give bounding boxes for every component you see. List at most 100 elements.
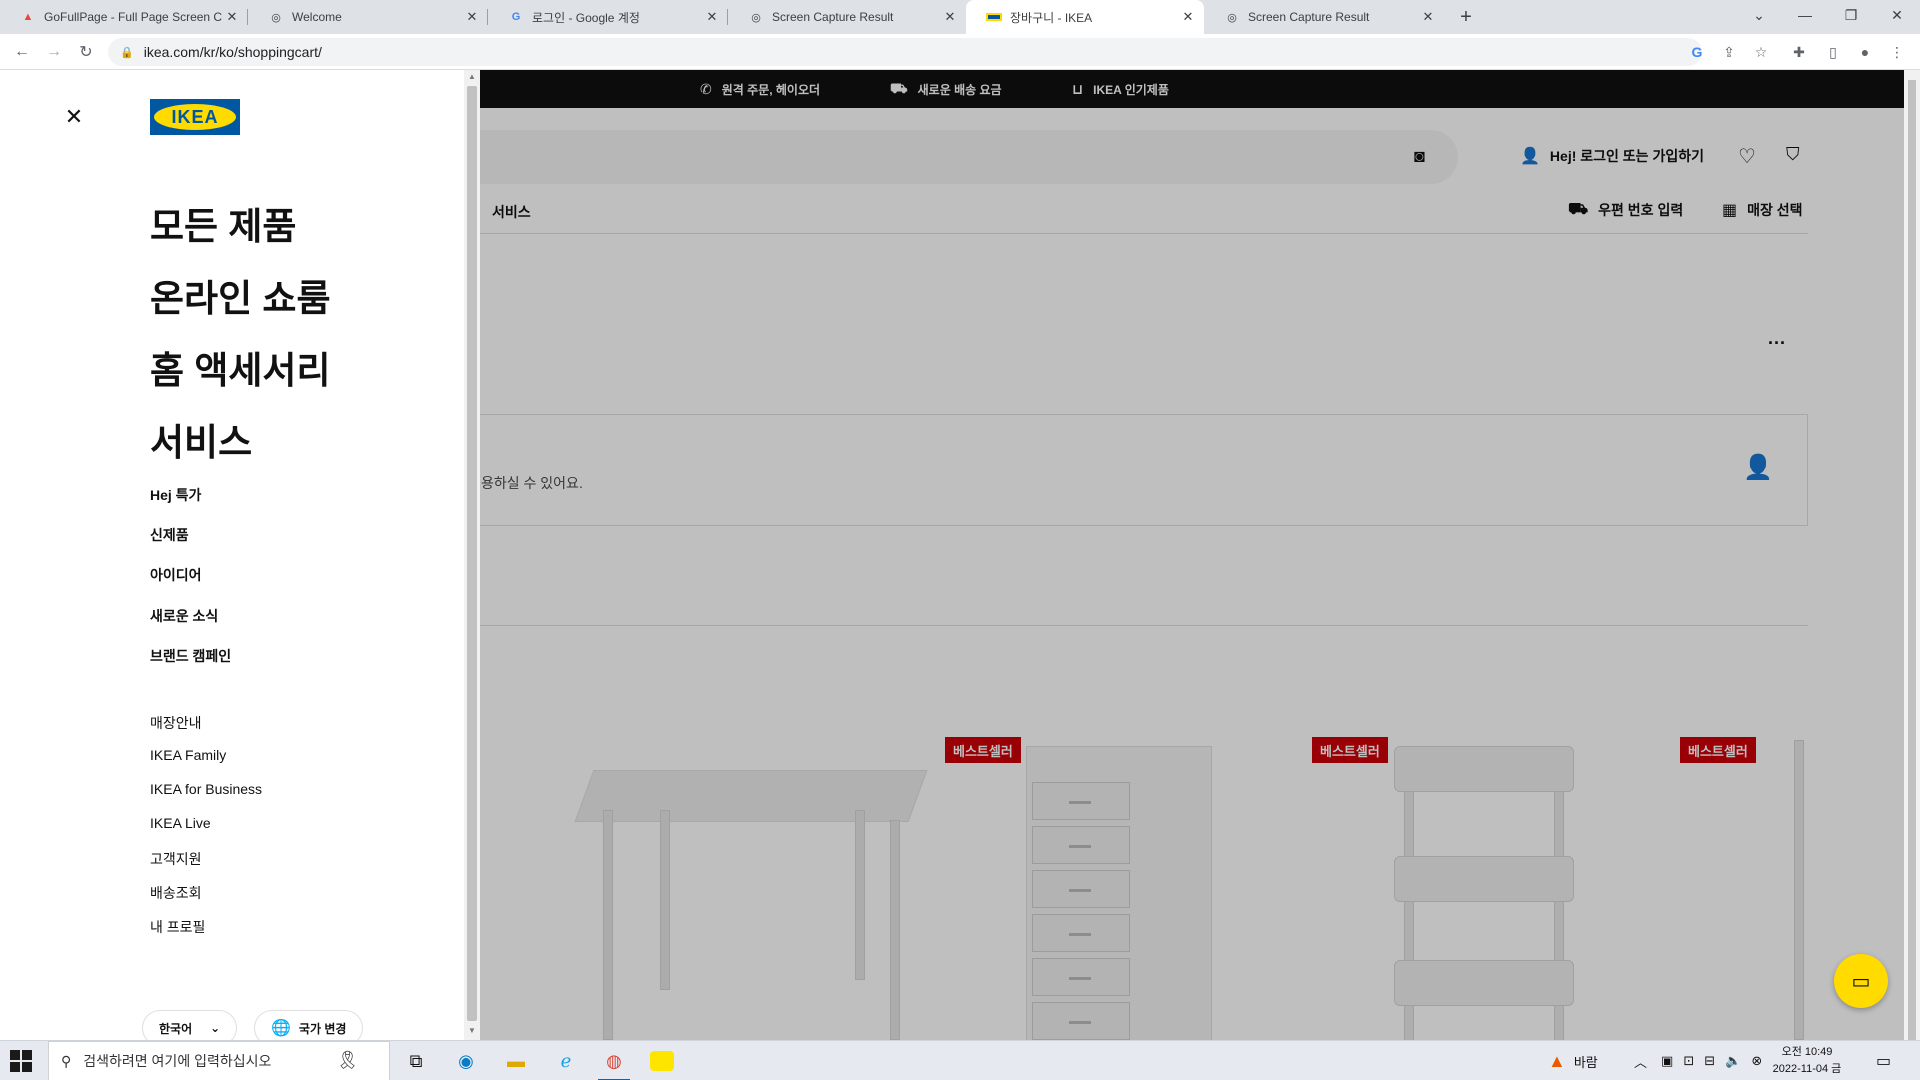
share-icon[interactable]: ⇪ <box>1717 40 1741 64</box>
windows-taskbar: ⚲ 검색하려면 여기에 입력하십시오 🎗 ⧉ ◉ ▬ ℯ ◍ ▲ 바람 ︿ ▣ … <box>0 1040 1920 1080</box>
tab-title: Screen Capture Result <box>772 10 894 24</box>
close-icon[interactable]: ✕ <box>224 9 240 25</box>
scrollbar-thumb[interactable] <box>467 86 477 1021</box>
side-menu: ✕ IKEA 모든 제품 온라인 쇼룸 홈 액세서리 서비스 Hej 특가 신제… <box>0 70 480 1046</box>
back-icon[interactable]: ← <box>10 40 34 64</box>
tab-google-login[interactable]: G 로그인 - Google 계정 ✕ <box>488 0 728 34</box>
language-label: 한국어 <box>159 1021 193 1036</box>
menu-my-profile[interactable]: 내 프로필 <box>150 917 205 937</box>
menu-services[interactable]: 서비스 <box>150 412 252 466</box>
page-scrollbar[interactable] <box>1904 70 1920 1040</box>
menu-all-products[interactable]: 모든 제품 <box>150 196 296 250</box>
menu-dots-icon[interactable]: ⋮ <box>1885 40 1909 64</box>
tab-title: 장바구니 - IKEA <box>1010 10 1093 25</box>
scrollbar-thumb[interactable] <box>1908 80 1916 1040</box>
bookmark-star-icon[interactable]: ☆ <box>1749 40 1773 64</box>
search-icon: ⚲ <box>61 1052 72 1069</box>
restore-button[interactable]: ❐ <box>1828 0 1874 30</box>
menu-ideas[interactable]: 아이디어 <box>150 565 202 585</box>
url-text: ikea.com/kr/ko/shoppingcart/ <box>143 44 322 60</box>
chevron-up-icon[interactable]: ︿ <box>1634 1052 1647 1071</box>
scroll-up-icon[interactable]: ▲ <box>468 72 476 81</box>
close-icon[interactable]: ✕ <box>704 9 720 25</box>
google-lens-icon[interactable]: G <box>1685 40 1709 64</box>
windows-start-icon[interactable] <box>10 1050 32 1072</box>
chevron-down-icon: ⌄ <box>210 1021 221 1035</box>
tab-welcome[interactable]: ◎ Welcome ✕ <box>248 0 488 34</box>
reload-icon[interactable]: ↻ <box>74 40 98 64</box>
menu-brand-campaign[interactable]: 브랜드 캠페인 <box>150 646 231 666</box>
meet-icon[interactable]: ▣ <box>1661 1053 1673 1069</box>
chrome-icon[interactable]: ◍ <box>590 1041 638 1080</box>
taskbar-search-placeholder: 검색하려면 여기에 입력하십시오 <box>83 1053 272 1069</box>
logo-text: IKEA <box>154 104 236 130</box>
ikea-icon <box>986 9 1002 25</box>
menu-hej-deals[interactable]: Hej 특가 <box>150 485 201 505</box>
close-menu-icon[interactable]: ✕ <box>60 103 88 131</box>
close-icon[interactable]: ✕ <box>942 9 958 25</box>
gofullpage-icon: ▲ <box>22 11 34 23</box>
tab-ikea-cart[interactable]: 장바구니 - IKEA ✕ <box>966 0 1204 34</box>
network-icon[interactable]: ⊟ <box>1704 1053 1715 1069</box>
menu-customer-support[interactable]: 고객지원 <box>150 849 202 869</box>
menu-home-accessories[interactable]: 홈 액세서리 <box>150 340 330 394</box>
start-tile <box>22 1050 32 1060</box>
camera-icon: ◎ <box>1227 11 1237 24</box>
close-icon[interactable]: ✕ <box>464 9 480 25</box>
weather-widget[interactable]: ▲ 바람 <box>1548 1041 1598 1080</box>
start-tile <box>10 1062 20 1072</box>
weather-label: 바람 <box>1573 1054 1598 1070</box>
mute-icon[interactable]: ⊗ <box>1751 1053 1762 1069</box>
menu-delivery-tracking[interactable]: 배송조회 <box>150 883 202 903</box>
clock-time: 오전 10:49 <box>1781 1046 1833 1058</box>
weather-icon: ▲ <box>1548 1050 1566 1071</box>
minimize-button[interactable]: — <box>1782 0 1828 30</box>
tab-title: Screen Capture Result <box>1248 10 1370 24</box>
clock[interactable]: 오전 10:49 2022-11-04 금 <box>1772 1044 1842 1078</box>
volume-icon[interactable]: 🔈 <box>1725 1053 1741 1069</box>
window-close-button[interactable]: ✕ <box>1874 0 1920 30</box>
globe-icon: 🌐 <box>271 1020 291 1037</box>
ikea-logo[interactable]: IKEA <box>150 99 240 135</box>
menu-online-showroom[interactable]: 온라인 쇼룸 <box>150 268 330 322</box>
tab-screen-capture-2[interactable]: ◎ Screen Capture Result ✕ <box>1204 0 1444 34</box>
kakaotalk-icon[interactable] <box>638 1041 686 1080</box>
menu-store-info[interactable]: 매장안내 <box>150 713 202 733</box>
notification-icon[interactable]: ▭ <box>1876 1041 1891 1080</box>
google-icon: G <box>511 11 521 23</box>
close-icon[interactable]: ✕ <box>1420 9 1436 25</box>
profile-icon[interactable]: ● <box>1853 40 1877 64</box>
forward-icon[interactable]: → <box>42 40 66 64</box>
country-label: 국가 변경 <box>298 1021 347 1036</box>
tab-screen-capture[interactable]: ◎ Screen Capture Result ✕ <box>728 0 966 34</box>
menu-scrollbar[interactable]: ▲ ▼ <box>464 70 480 1040</box>
tray-icons: ︿ ▣ ⊡ ⊟ 🔈 ⊗ <box>1634 1041 1762 1080</box>
internet-explorer-icon[interactable]: ℯ <box>542 1041 590 1080</box>
camera-icon: ◎ <box>751 11 761 24</box>
menu-news[interactable]: 새로운 소식 <box>150 606 218 626</box>
address-bar[interactable]: 🔒 ikea.com/kr/ko/shoppingcart/ <box>108 38 1702 66</box>
menu-ikea-business[interactable]: IKEA for Business <box>150 781 262 797</box>
lock-icon: 🔒 <box>120 46 134 59</box>
display-icon[interactable]: ⊡ <box>1683 1053 1694 1069</box>
tab-strip: ▲ GoFullPage - Full Page Screen C ✕ ◎ We… <box>0 0 1920 34</box>
side-panel-icon[interactable]: ▯ <box>1821 40 1845 64</box>
task-view-icon[interactable]: ⧉ <box>392 1041 440 1080</box>
tab-search-icon[interactable]: ⌄ <box>1736 0 1782 30</box>
close-icon[interactable]: ✕ <box>1180 9 1196 25</box>
new-tab-button[interactable]: + <box>1454 5 1478 29</box>
extensions-icon[interactable]: ✚ <box>1787 40 1811 64</box>
file-explorer-icon[interactable]: ▬ <box>492 1041 540 1080</box>
ribbon-icon: 🎗 <box>336 1050 359 1070</box>
browser-toolbar: ← → ↻ 🔒 ikea.com/kr/ko/shoppingcart/ G ⇪… <box>0 34 1920 70</box>
edge-icon[interactable]: ◉ <box>442 1041 490 1080</box>
start-tile <box>22 1062 32 1072</box>
tab-title: 로그인 - Google 계정 <box>532 10 640 25</box>
scroll-down-icon[interactable]: ▼ <box>468 1026 476 1035</box>
chat-icon[interactable]: ▭ <box>1834 954 1888 1008</box>
menu-new-products[interactable]: 신제품 <box>150 525 189 545</box>
menu-ikea-live[interactable]: IKEA Live <box>150 815 211 831</box>
tab-gofullpage[interactable]: ▲ GoFullPage - Full Page Screen C ✕ <box>0 0 248 34</box>
taskbar-search-input[interactable]: ⚲ 검색하려면 여기에 입력하십시오 🎗 <box>48 1041 390 1080</box>
menu-ikea-family[interactable]: IKEA Family <box>150 747 226 763</box>
